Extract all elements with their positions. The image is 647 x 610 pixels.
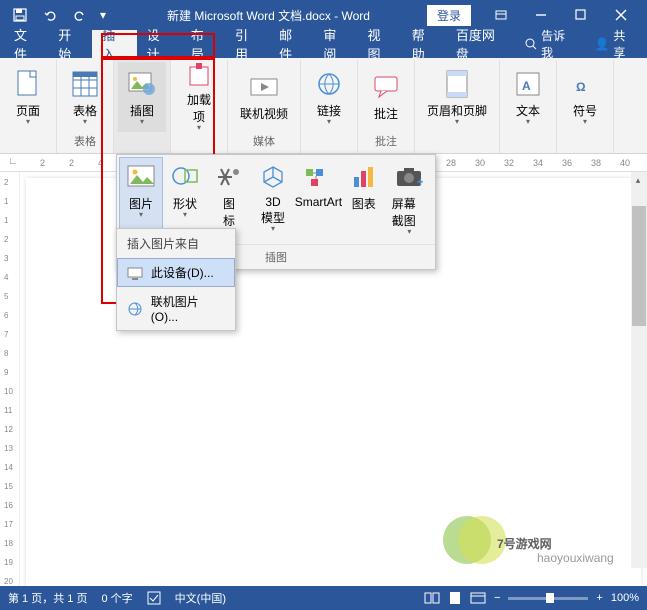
tab-view[interactable]: 视图 (358, 30, 402, 58)
links-button[interactable]: 链接▾ (305, 62, 353, 132)
group-label-comment: 批注 (375, 131, 397, 151)
page-status[interactable]: 第 1 页，共 1 页 (8, 590, 87, 606)
tab-review[interactable]: 审阅 (313, 30, 357, 58)
zoom-in[interactable]: + (596, 592, 602, 604)
globe-icon (127, 301, 143, 317)
smartart-icon (302, 161, 334, 193)
shapes-icon (169, 161, 201, 193)
chart-button[interactable]: 图表 (342, 157, 386, 240)
tab-file[interactable]: 文件 (4, 30, 48, 58)
minimize-button[interactable] (521, 0, 561, 30)
language-status[interactable]: 中文(中国) (175, 590, 226, 606)
comment-icon (370, 71, 402, 103)
comment-button[interactable]: 批注 (362, 62, 410, 131)
word-count[interactable]: 0 个字 (101, 590, 132, 606)
ribbon: 页面▾ 表格▾ 表格 插图▾ 加载 项▾ 联机视频 媒体 链接▾ (0, 58, 647, 154)
tab-design[interactable]: 设计 (137, 30, 181, 58)
tab-mailings[interactable]: 邮件 (269, 30, 313, 58)
tab-help[interactable]: 帮助 (402, 30, 446, 58)
group-label-media: 媒体 (253, 131, 275, 151)
illustrations-button[interactable]: 插图▾ (118, 62, 166, 132)
statusbar: 第 1 页，共 1 页 0 个字 中文(中国) − + 100% (0, 586, 647, 610)
tab-baidu[interactable]: 百度网盘 (446, 30, 514, 58)
scroll-thumb[interactable] (632, 206, 646, 326)
zoom-level[interactable]: 100% (611, 592, 639, 604)
table-icon (69, 68, 101, 100)
header-footer-icon (441, 68, 473, 100)
screenshot-button[interactable]: + 屏幕截图▾ (386, 157, 433, 240)
tab-layout[interactable]: 布局 (181, 30, 225, 58)
video-icon (248, 71, 280, 103)
tab-insert[interactable]: 插入 (92, 30, 136, 58)
online-pictures-item[interactable]: 联机图片(O)... (117, 287, 235, 330)
picture-icon (125, 161, 157, 193)
svg-text:A: A (522, 79, 531, 93)
pages-button[interactable]: 页面▾ (4, 62, 52, 132)
maximize-button[interactable] (561, 0, 601, 30)
zoom-slider[interactable] (508, 597, 588, 600)
read-mode-icon[interactable] (424, 592, 440, 604)
svg-text:Ω: Ω (576, 80, 586, 94)
submenu-header: 插入图片来自 (117, 229, 235, 258)
spell-check-icon[interactable] (147, 591, 161, 605)
tell-me[interactable]: 告诉我 (514, 30, 584, 58)
table-button[interactable]: 表格▾ (61, 62, 109, 131)
login-button[interactable]: 登录 (427, 5, 471, 26)
symbol-button[interactable]: Ω 符号▾ (561, 62, 609, 132)
page-icon (12, 68, 44, 100)
cube-icon (257, 161, 289, 193)
vertical-ruler[interactable]: 211234567891011121314151617181920 (0, 172, 20, 592)
ribbon-tabs: 文件 开始 插入 设计 布局 引用 邮件 审阅 视图 帮助 百度网盘 告诉我 👤… (0, 30, 647, 58)
window-title: 新建 Microsoft Word 文档.docx - Word (110, 7, 427, 24)
icons-icon (213, 161, 245, 193)
zoom-out[interactable]: − (494, 592, 500, 604)
insert-picture-from-menu: 插入图片来自 此设备(D)... 联机图片(O)... (116, 228, 236, 331)
link-icon (313, 68, 345, 100)
tab-references[interactable]: 引用 (225, 30, 269, 58)
scroll-up-arrow[interactable]: ▴ (631, 172, 645, 188)
addin-icon (183, 63, 215, 89)
vertical-scrollbar[interactable]: ▴ (631, 172, 647, 568)
web-layout-icon[interactable] (470, 592, 486, 604)
smartart-button[interactable]: SmartArt (295, 157, 342, 240)
svg-text:+: + (417, 175, 423, 188)
tab-home[interactable]: 开始 (48, 30, 92, 58)
header-footer-button[interactable]: 页眉和页脚▾ (419, 62, 495, 132)
group-label-table: 表格 (74, 131, 96, 151)
close-button[interactable] (601, 0, 641, 30)
text-icon: A (512, 68, 544, 100)
addins-button[interactable]: 加载 项▾ (175, 62, 223, 132)
camera-icon: + (393, 161, 425, 193)
print-layout-icon[interactable] (448, 591, 462, 605)
this-device-item[interactable]: 此设备(D)... (117, 258, 235, 287)
share-button[interactable]: 👤共享 (584, 30, 643, 58)
online-video-button[interactable]: 联机视频 (232, 62, 296, 131)
illustrations-icon (126, 68, 158, 100)
symbol-icon: Ω (569, 68, 601, 100)
chart-icon (348, 161, 380, 193)
device-icon (127, 265, 143, 281)
text-button[interactable]: A 文本▾ (504, 62, 552, 132)
3d-models-button[interactable]: 3D 模型▾ (251, 157, 295, 240)
